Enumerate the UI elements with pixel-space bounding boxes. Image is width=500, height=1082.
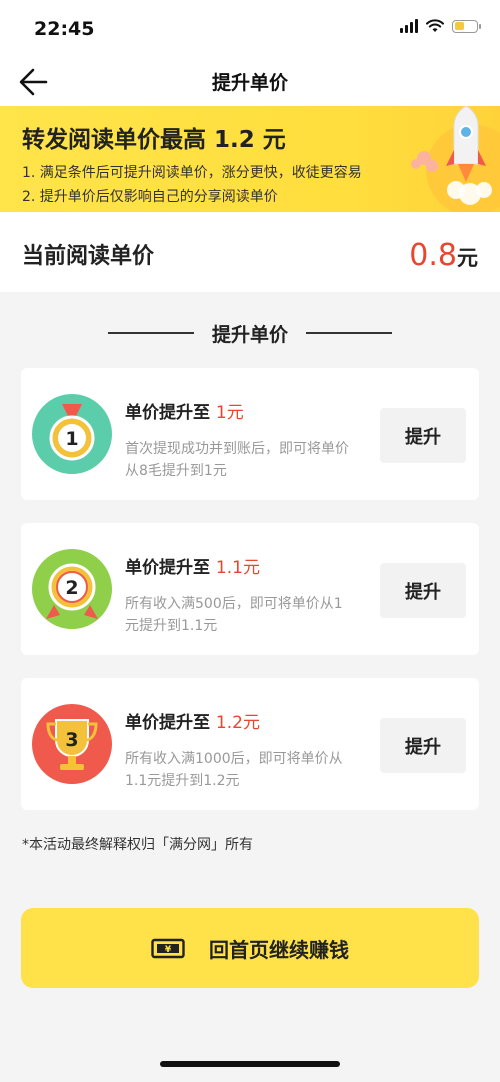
status-bar: 22:45 <box>0 0 500 58</box>
svg-text:¥: ¥ <box>165 945 172 955</box>
divider-right <box>306 332 392 334</box>
tier-description: 所有收入满1000后，即可将单价从1.1元提升到1.2元 <box>125 751 343 789</box>
battery-icon <box>452 19 481 33</box>
home-button-label: 回首页继续赚钱 <box>209 937 349 962</box>
tier-title: 单价提升至 1.2元 <box>125 708 260 733</box>
upgrade-button[interactable]: 提升 <box>380 563 466 618</box>
badge-number: 1 <box>65 428 78 450</box>
tier-amount: 1元 <box>215 403 244 423</box>
status-icons <box>400 19 481 33</box>
upgrade-button[interactable]: 提升 <box>380 408 466 463</box>
section-title: 提升单价 <box>211 323 288 346</box>
banner-line-2: 2. 提升单价后仅影响自己的分享阅读单价 <box>22 189 278 205</box>
upgrade-button[interactable]: 提升 <box>380 718 466 773</box>
medal-icon: 2 <box>32 549 112 629</box>
home-indicator <box>160 1061 340 1067</box>
status-time: 22:45 <box>34 18 95 40</box>
banner-line-1: 1. 满足条件后可提升阅读单价，涨分更快，收徒更容易 <box>22 165 362 181</box>
rocket-illustration <box>411 106 500 212</box>
nav-bar: 提升单价 <box>0 58 500 106</box>
current-rate-value: 0.8元 <box>409 238 478 273</box>
tier-title: 单价提升至 1.1元 <box>125 553 260 578</box>
tier-title-prefix: 单价提升至 <box>125 558 216 578</box>
medal-icon: 1 <box>32 394 112 474</box>
current-rate-number: 0.8 <box>409 238 457 273</box>
tier-title-prefix: 单价提升至 <box>125 713 216 733</box>
promo-banner: 转发阅读单价最高 1.2 元 1. 满足条件后可提升阅读单价，涨分更快，收徒更容… <box>0 106 500 212</box>
tier-card-3: 3 单价提升至 1.2元 所有收入满1000后，即可将单价从1.1元提升到1.2… <box>21 678 479 810</box>
badge-number: 3 <box>65 729 78 751</box>
money-icon: ¥ <box>151 938 185 959</box>
current-rate-label: 当前阅读单价 <box>22 244 155 269</box>
tier-description: 首次提现成功并到账后，即可将单价从8毛提升到1元 <box>125 441 349 479</box>
tier-title-prefix: 单价提升至 <box>125 403 216 423</box>
banner-title: 转发阅读单价最高 1.2 元 <box>22 127 286 153</box>
back-to-home-button[interactable]: ¥ 回首页继续赚钱 <box>21 908 479 988</box>
tier-card-1: 1 单价提升至 1元 首次提现成功并到账后，即可将单价从8毛提升到1元 提升 <box>21 368 479 500</box>
disclaimer-text: *本活动最终解释权归「满分网」所有 <box>22 837 253 853</box>
tier-description: 所有收入满500后，即可将单价从1元提升到1.1元 <box>125 596 343 634</box>
current-rate-unit: 元 <box>457 246 478 270</box>
badge-number: 2 <box>65 577 78 599</box>
tier-card-2: 2 单价提升至 1.1元 所有收入满500后，即可将单价从1元提升到1.1元 提… <box>21 523 479 655</box>
wifi-icon <box>426 19 444 32</box>
tier-amount: 1.2元 <box>215 713 260 733</box>
tier-amount: 1.1元 <box>215 558 260 578</box>
divider-left <box>107 332 194 334</box>
section-header: 提升单价 <box>0 318 500 348</box>
trophy-icon: 3 <box>32 704 112 784</box>
page-title: 提升单价 <box>211 72 288 94</box>
tier-title: 单价提升至 1元 <box>125 398 244 423</box>
current-rate-card: 当前阅读单价 0.8元 <box>0 212 500 292</box>
signal-icon <box>400 19 418 33</box>
